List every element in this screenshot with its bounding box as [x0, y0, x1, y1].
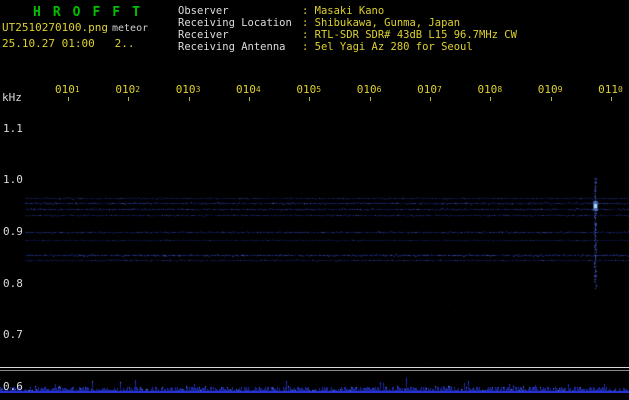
y-tick-label: 1.1 [3, 121, 23, 135]
info-row-observer: Observer : Masaki Kano [178, 5, 517, 17]
level-baseline-line [0, 367, 629, 368]
x-tick-mark [430, 97, 432, 101]
x-tick-mark [128, 97, 130, 101]
app-title: HROFFT [33, 5, 152, 20]
info-value: : 5el Yagi Az 280 for Seoul [302, 41, 473, 53]
info-label: Observer [178, 5, 229, 17]
x-tick-mark [369, 97, 371, 101]
y-axis-unit-label: kHz [2, 91, 22, 104]
hrofft-screenshot: HROFFT UT2510270100.png meteor 25.10.27 … [0, 0, 629, 400]
x-tick-mark [249, 97, 251, 101]
x-tick-label: 0110 [598, 83, 623, 96]
info-label: Receiver [178, 29, 229, 41]
y-tick-label: 0.7 [3, 328, 23, 342]
x-tick-label: 0103 [175, 83, 201, 96]
x-tick-mark [611, 97, 613, 101]
datetime-line: 25.10.27 01:00 2.. [2, 37, 135, 50]
x-tick-mark [550, 97, 552, 101]
info-label: Receiving Location [178, 17, 292, 29]
info-row-receiver: Receiver : RTL-SDR SDR# 43dB L15 96.7MHz… [178, 29, 517, 41]
info-row-location: Receiving Location : Shibukawa, Gunma, J… [178, 17, 517, 29]
info-value: : Shibukawa, Gunma, Japan [302, 17, 461, 29]
info-label: Receiving Antenna [178, 41, 286, 53]
y-tick-label: 1.0 [3, 173, 23, 187]
noise-level-strip-canvas [0, 371, 629, 393]
x-tick-mark [68, 97, 69, 101]
y-tick-label: 0.8 [3, 276, 23, 290]
level-secondary-line [0, 370, 629, 371]
spectrogram-canvas [25, 101, 629, 392]
x-tick-label: 0108 [477, 83, 503, 96]
x-tick-label: 0101 [55, 83, 80, 96]
y-tick-label: 0.9 [3, 224, 23, 238]
x-tick-mark [188, 97, 190, 101]
station-info: Observer : Masaki Kano Receiving Locatio… [178, 5, 517, 53]
x-tick-label: 0102 [115, 83, 141, 96]
x-tick-mark [490, 97, 492, 101]
info-value: : Masaki Kano [302, 5, 385, 17]
x-tick-label: 0107 [417, 83, 442, 96]
info-value: : RTL-SDR SDR# 43dB L15 96.7MHz CW [302, 29, 517, 41]
observation-tag: meteor [112, 23, 149, 34]
output-filename: UT2510270100.png [2, 21, 108, 34]
x-tick-label: 0104 [236, 83, 261, 96]
y-tick-label: 0.6 [3, 380, 23, 393]
x-tick-mark [309, 97, 311, 101]
x-tick-label: 0109 [537, 83, 563, 96]
info-row-antenna: Receiving Antenna : 5el Yagi Az 280 for … [178, 41, 517, 53]
x-tick-label: 0105 [296, 83, 322, 96]
x-tick-label: 0106 [356, 83, 382, 96]
